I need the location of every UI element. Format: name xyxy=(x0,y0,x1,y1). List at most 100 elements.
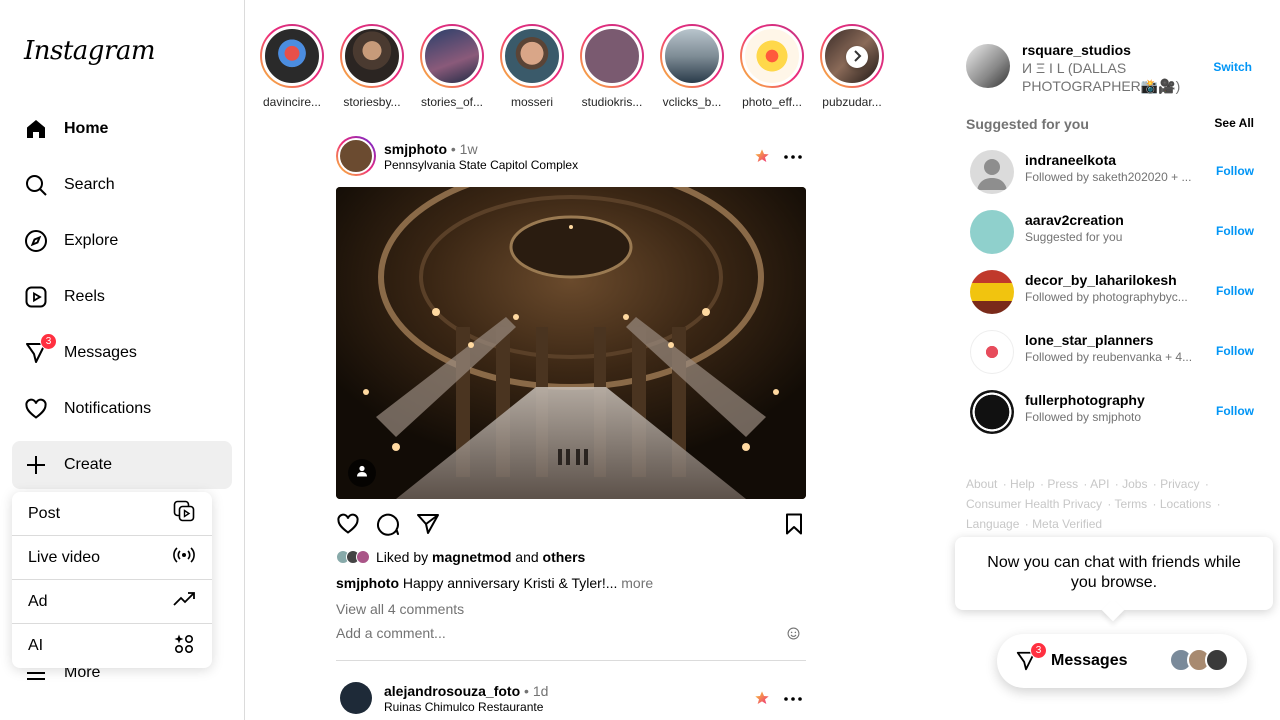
follow-button[interactable]: Follow xyxy=(1216,344,1254,358)
like-heart-icon[interactable] xyxy=(336,512,360,541)
post-timestamp: • 1d xyxy=(524,683,549,699)
footer-link-meta-verified[interactable]: Meta Verified xyxy=(1032,517,1102,531)
suggestion-username[interactable]: lone_star_planners xyxy=(1025,332,1153,348)
footer-link-help[interactable]: Help xyxy=(1010,477,1035,491)
footer-link-jobs[interactable]: Jobs xyxy=(1122,477,1147,491)
story-item[interactable]: mosseri xyxy=(498,24,566,109)
compass-icon xyxy=(24,229,48,253)
messages-label: Messages xyxy=(1051,652,1128,669)
more-options-icon[interactable] xyxy=(784,688,802,702)
story-avatar xyxy=(662,26,722,86)
nav-search[interactable]: Search xyxy=(12,161,232,209)
add-comment-input[interactable]: Add a comment... xyxy=(336,625,806,641)
story-avatar xyxy=(742,26,802,86)
post-location[interactable]: Ruinas Chimulco Restaurante xyxy=(384,700,543,714)
suggestions-header: Suggested for you See All xyxy=(966,116,1254,132)
nav-messages[interactable]: 3 Messages xyxy=(12,329,232,377)
live-icon xyxy=(172,543,196,572)
story-username: davincire... xyxy=(262,95,322,109)
instagram-logo[interactable]: Instagram xyxy=(24,36,156,66)
account-username[interactable]: rsquare_studios xyxy=(1022,42,1131,58)
footer-link-privacy[interactable]: Privacy xyxy=(1160,477,1199,491)
follow-button[interactable]: Follow xyxy=(1216,284,1254,298)
post-icon xyxy=(172,499,196,528)
story-item[interactable]: davincire... xyxy=(258,24,326,109)
liker-avatar xyxy=(356,550,370,564)
suggestion-username[interactable]: fullerphotography xyxy=(1025,392,1145,408)
story-item[interactable]: photo_eff... xyxy=(738,24,806,109)
story-username: stories_of... xyxy=(420,95,484,109)
story-item[interactable]: stories_of... xyxy=(418,24,486,109)
suggestion-username[interactable]: aarav2creation xyxy=(1025,212,1124,228)
create-menu-post[interactable]: Post xyxy=(12,492,212,536)
messages-floating-button[interactable]: 3 Messages xyxy=(997,634,1247,688)
post-author-avatar[interactable] xyxy=(340,682,372,714)
tagged-people-button[interactable] xyxy=(348,459,376,487)
chat-avatar xyxy=(1205,648,1229,672)
caption-more-link[interactable]: more xyxy=(621,575,653,591)
story-username: photo_eff... xyxy=(742,95,802,109)
suggestion-avatar[interactable] xyxy=(970,270,1014,314)
plus-icon xyxy=(24,453,48,477)
ai-icon xyxy=(172,632,196,661)
liked-by-others[interactable]: others xyxy=(543,549,586,565)
caption-text: Happy anniversary Kristi & Tyler!... xyxy=(402,575,618,591)
suggestion-avatar[interactable] xyxy=(970,210,1014,254)
follow-button[interactable]: Follow xyxy=(1216,164,1254,178)
messenger-icon: 3 xyxy=(24,333,57,365)
view-all-comments-link[interactable]: View all 4 comments xyxy=(336,601,464,617)
footer-link-language[interactable]: Language xyxy=(966,517,1019,531)
footer-link-api[interactable]: API xyxy=(1090,477,1109,491)
story-avatar xyxy=(422,26,482,86)
footer-link-about[interactable]: About xyxy=(966,477,997,491)
footer-link-terms[interactable]: Terms xyxy=(1115,497,1148,511)
create-menu-label: Live video xyxy=(28,548,101,566)
post-image[interactable] xyxy=(336,187,806,499)
switch-account-link[interactable]: Switch xyxy=(1213,60,1252,74)
story-item[interactable]: studiokris... xyxy=(578,24,646,109)
follow-button[interactable]: Follow xyxy=(1216,404,1254,418)
suggestion-reason: Followed by smjphoto xyxy=(1025,410,1142,424)
nav-create[interactable]: Create xyxy=(12,441,232,489)
post-author-avatar[interactable] xyxy=(336,136,376,176)
create-menu-ad[interactable]: Ad xyxy=(12,580,212,624)
create-menu: Post Live video Ad AI xyxy=(12,492,212,668)
emoji-icon[interactable] xyxy=(787,627,800,643)
feed-post-2: alejandrosouza_foto • 1d Ruinas Chimulco… xyxy=(336,678,806,718)
stories-next-button[interactable] xyxy=(846,46,868,68)
suggestion-item: aarav2creation Suggested for you Follow xyxy=(970,208,1254,256)
comment-icon[interactable] xyxy=(376,512,400,541)
bookmark-icon[interactable] xyxy=(782,512,806,541)
story-item[interactable]: vclicks_b... xyxy=(658,24,726,109)
caption-username[interactable]: smjphoto xyxy=(336,575,399,591)
post-username[interactable]: alejandrosouza_foto xyxy=(384,683,520,699)
nav-notifications[interactable]: Notifications xyxy=(12,385,232,433)
nav-explore[interactable]: Explore xyxy=(12,217,232,265)
suggestion-item: fullerphotography Followed by smjphoto F… xyxy=(970,388,1254,436)
story-avatar xyxy=(342,26,402,86)
share-icon[interactable] xyxy=(416,512,440,541)
create-menu-live-video[interactable]: Live video xyxy=(12,536,212,580)
follow-button[interactable]: Follow xyxy=(1216,224,1254,238)
suggestion-avatar[interactable] xyxy=(970,150,1014,194)
chat-tooltip: Now you can chat with friends while you … xyxy=(955,537,1273,610)
more-options-icon[interactable] xyxy=(784,146,802,160)
see-all-link[interactable]: See All xyxy=(1214,116,1254,130)
footer-link-press[interactable]: Press xyxy=(1047,477,1078,491)
story-item[interactable]: storiesby... xyxy=(338,24,406,109)
suggestion-avatar[interactable] xyxy=(970,390,1014,434)
liked-by-user[interactable]: magnetmod xyxy=(432,549,511,565)
suggestion-username[interactable]: indraneelkota xyxy=(1025,152,1116,168)
post-location[interactable]: Pennsylvania State Capitol Complex xyxy=(384,158,578,172)
nav-home[interactable]: Home xyxy=(12,105,232,153)
favorite-star-icon xyxy=(754,148,770,169)
stories-tray: davincire... storiesby... stories_of... … xyxy=(256,24,896,114)
post-username[interactable]: smjphoto xyxy=(384,141,447,157)
suggestion-username[interactable]: decor_by_laharilokesh xyxy=(1025,272,1177,288)
footer-link-locations[interactable]: Locations xyxy=(1160,497,1211,511)
suggestion-avatar[interactable] xyxy=(970,330,1014,374)
nav-reels[interactable]: Reels xyxy=(12,273,232,321)
create-menu-ai[interactable]: AI xyxy=(12,624,212,668)
account-avatar[interactable] xyxy=(966,44,1010,88)
footer-link-consumer-health[interactable]: Consumer Health Privacy xyxy=(966,497,1102,511)
